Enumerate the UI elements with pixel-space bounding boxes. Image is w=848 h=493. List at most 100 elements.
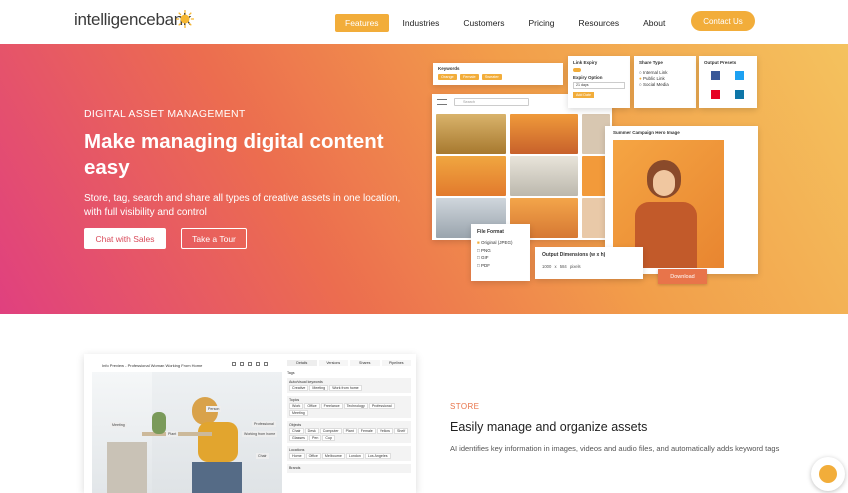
facebook-icon[interactable] (711, 71, 720, 80)
tag-chip[interactable]: Home (289, 453, 305, 459)
tags-panel: Details Versions Shares Pipelines Tags A… (287, 360, 411, 493)
tag-chip[interactable]: London (345, 453, 364, 459)
tab-shares[interactable]: Shares (350, 360, 380, 366)
hero-title: Make managing digital content easy (84, 130, 384, 179)
main-menu: Features Industries Customers Pricing Re… (335, 14, 679, 32)
tab-details[interactable]: Details (287, 360, 317, 366)
asset-thumbnail[interactable] (510, 156, 578, 196)
expiry-select[interactable]: 21 days (573, 82, 625, 89)
expiry-toggle[interactable] (573, 68, 581, 72)
nav-industries[interactable]: Industries (393, 14, 450, 32)
contact-us-button[interactable]: Contact Us (691, 11, 755, 31)
tag-chip[interactable]: Shelf (394, 428, 409, 434)
share-type-card: Share Type ○ Internal Link ● Public Link… (634, 56, 696, 108)
tag-chip[interactable]: Office (304, 403, 320, 409)
keywords-title: Keywords (438, 66, 460, 71)
tag-chip[interactable]: Melbourne (321, 453, 345, 459)
share-type-title: Share Type (639, 60, 663, 65)
tag-group: Auto/visual keywords Creative Meeting Work … (287, 378, 411, 393)
expiry-option-label: Expiry Option (573, 75, 603, 80)
tag-chip[interactable]: Desk (304, 428, 319, 434)
image-tag-label[interactable]: Meeting (110, 422, 127, 428)
share-icon[interactable] (248, 362, 252, 366)
tag-chip[interactable]: Freelance (320, 403, 343, 409)
asset-thumbnail[interactable] (436, 156, 506, 196)
store-eyebrow: STORE (450, 402, 480, 411)
download-icon[interactable] (240, 362, 244, 366)
tag-chip[interactable]: Meeting (289, 410, 308, 416)
image-tag-label[interactable]: Person (206, 406, 222, 412)
linkedin-icon[interactable] (735, 90, 744, 99)
info-preview-screenshot: Info Preview - Professional Woman Workin… (84, 354, 416, 493)
add-date-button[interactable]: Add Date (573, 92, 594, 98)
tag-chip[interactable]: Professional (368, 403, 395, 409)
tag-chip[interactable]: Creative (289, 385, 309, 391)
more-icon[interactable] (264, 362, 268, 366)
output-presets-card: Output Presets (699, 56, 757, 108)
dims-unit: pixels (569, 264, 581, 269)
edit-icon[interactable] (256, 362, 260, 366)
tag-group-title[interactable]: Auto/visual keywords (289, 380, 409, 384)
pinterest-icon[interactable] (711, 90, 720, 99)
logo[interactable]: intelligencebank (74, 10, 191, 30)
tag-chip[interactable]: Office (305, 453, 321, 459)
tag-group: Topics Work Office Freelance Technology Profe… (287, 396, 411, 418)
format-option[interactable]: □ PNG (477, 247, 524, 255)
tag-group-title[interactable]: Topics (289, 398, 409, 402)
tag-chip[interactable]: Yellow (376, 428, 394, 434)
keyword-chip[interactable]: Sweater (481, 74, 502, 80)
tab-versions[interactable]: Versions (318, 360, 348, 366)
share-option[interactable]: ○ Social Media (639, 82, 691, 88)
tag-chip[interactable]: Pen (308, 435, 322, 441)
tag-chip[interactable]: Glasses (289, 435, 308, 441)
format-option[interactable]: □ GIF (477, 254, 524, 262)
tag-chip[interactable]: Los Angeles (364, 453, 391, 459)
image-tag-label[interactable]: Chair (256, 453, 269, 459)
tag-chip[interactable]: Chair (289, 428, 304, 434)
chat-with-sales-button[interactable]: Chat with Sales (84, 228, 166, 249)
twitter-icon[interactable] (735, 71, 744, 80)
download-button[interactable]: Download (658, 269, 707, 284)
asset-grid-card: Search (432, 94, 612, 240)
tag-chip[interactable]: Female (357, 428, 376, 434)
asset-thumbnail[interactable] (436, 114, 506, 154)
top-nav: intelligencebank Features Industries Cus… (0, 0, 848, 44)
nav-pricing[interactable]: Pricing (519, 14, 565, 32)
tag-group-title[interactable]: Locations (289, 448, 409, 452)
tag-chip[interactable]: Work (289, 403, 304, 409)
height-value[interactable]: 584 (560, 264, 567, 269)
tag-group-title[interactable]: Objects (289, 423, 409, 427)
nav-resources[interactable]: Resources (568, 14, 629, 32)
format-option[interactable]: ■ Original (JPEG) (477, 239, 524, 247)
width-value[interactable]: 1000 (542, 264, 551, 269)
tag-group: Brands (287, 464, 411, 473)
tag-chip[interactable]: Meeting (309, 385, 329, 391)
format-option[interactable]: □ PDF (477, 262, 524, 270)
image-tag-label[interactable]: Working from home (242, 431, 278, 437)
chat-widget-button[interactable] (811, 457, 845, 491)
keyword-chip[interactable]: Orange (438, 74, 457, 80)
nav-about[interactable]: About (633, 14, 675, 32)
take-a-tour-button[interactable]: Take a Tour (181, 228, 247, 249)
tag-chip[interactable]: Cup (322, 435, 335, 441)
tag-chip[interactable]: Technology (343, 403, 368, 409)
image-tag-label[interactable]: Professional (252, 421, 276, 427)
asset-thumbnail[interactable] (510, 114, 578, 154)
tags-label: Tags (287, 371, 295, 375)
asset-search-input[interactable]: Search (454, 98, 529, 106)
link-expiry-card: Link Expiry Expiry Option 21 days Add Da… (568, 56, 630, 108)
nav-customers[interactable]: Customers (453, 14, 514, 32)
tab-pipelines[interactable]: Pipelines (381, 360, 411, 366)
tag-chip[interactable]: Computer (319, 428, 342, 434)
tag-chip[interactable]: Work from home (329, 385, 362, 391)
tag-group-title[interactable]: Brands (289, 466, 409, 470)
store-title: Easily manage and organize assets (450, 420, 648, 434)
tag-chip[interactable]: Plant (342, 428, 357, 434)
tag-group: Locations Home Office Melbourne London Los An… (287, 446, 411, 461)
image-tag-label[interactable]: Plant (166, 431, 179, 437)
keyword-chip[interactable]: Female (459, 74, 479, 80)
toolbar-icons (232, 362, 278, 367)
output-presets-title: Output Presets (704, 60, 737, 65)
nav-features[interactable]: Features (335, 14, 389, 32)
info-icon[interactable] (232, 362, 236, 366)
